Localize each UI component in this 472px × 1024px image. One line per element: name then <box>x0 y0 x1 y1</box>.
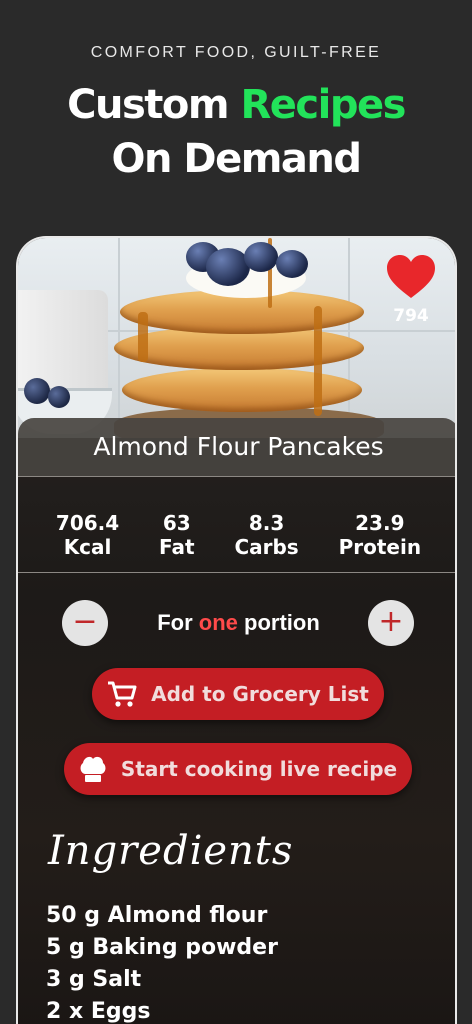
portion-suffix: portion <box>237 610 320 635</box>
add-to-grocery-list-button[interactable]: Add to Grocery List <box>92 668 384 720</box>
tagline: COMFORT FOOD, GUILT-FREE <box>90 44 382 61</box>
heart-icon[interactable] <box>385 254 437 300</box>
ingredient-item: 50 g Almond flour <box>46 903 268 928</box>
nutrition-summary: 706.4 Kcal 63 Fat 8.3 Carbs 23.9 Protein <box>18 500 455 570</box>
grocery-button-label: Add to Grocery List <box>151 682 369 706</box>
nutrient-value: 23.9 <box>355 511 405 535</box>
nutrient-carbs: 8.3 Carbs <box>234 511 298 559</box>
headline-accent: Recipes <box>240 82 406 128</box>
decrease-portion-button[interactable]: − <box>62 600 108 646</box>
cook-button-label: Start cooking live recipe <box>120 757 398 781</box>
headline: Custom Recipes On Demand <box>0 78 472 186</box>
nutrient-value: 8.3 <box>248 511 285 535</box>
recipe-card: 794 Almond Flour Pancakes 706.4 Kcal 63 … <box>16 236 457 1024</box>
ingredients-heading: Ingredients <box>48 828 294 874</box>
divider <box>18 476 455 477</box>
headline-part1: Custom <box>67 82 241 128</box>
nutrient-label: Kcal <box>63 535 112 559</box>
cart-icon <box>108 681 137 707</box>
nutrient-value: 706.4 <box>55 511 120 535</box>
portion-count: one <box>198 610 238 635</box>
recipe-title: Almond Flour Pancakes <box>18 418 455 476</box>
ingredients-list: 50 g Almond flour 5 g Baking powder 3 g … <box>46 900 278 1024</box>
nutrient-label: Fat <box>159 535 195 559</box>
start-cooking-button[interactable]: Start cooking live recipe <box>64 743 412 795</box>
like-count: 794 <box>393 306 429 326</box>
nutrient-protein: 23.9 Protein <box>339 511 421 559</box>
chef-hat-icon <box>80 756 106 782</box>
ingredient-item: 2 x Eggs <box>46 999 151 1024</box>
nutrient-label: Protein <box>338 535 422 559</box>
increase-portion-button[interactable]: + <box>368 600 414 646</box>
headline-line2: On Demand <box>111 136 362 182</box>
nutrient-value: 63 <box>162 511 191 535</box>
portion-selector: For one portion − + <box>18 600 455 646</box>
divider <box>18 572 455 573</box>
like-counter[interactable]: 794 <box>381 254 441 326</box>
ingredient-item: 3 g Salt <box>46 967 142 992</box>
nutrient-fat: 63 Fat <box>159 511 195 559</box>
nutrient-label: Carbs <box>234 535 299 559</box>
ingredient-item: 5 g Baking powder <box>46 935 278 960</box>
nutrient-kcal: 706.4 Kcal <box>56 511 119 559</box>
portion-prefix: For <box>157 610 199 635</box>
